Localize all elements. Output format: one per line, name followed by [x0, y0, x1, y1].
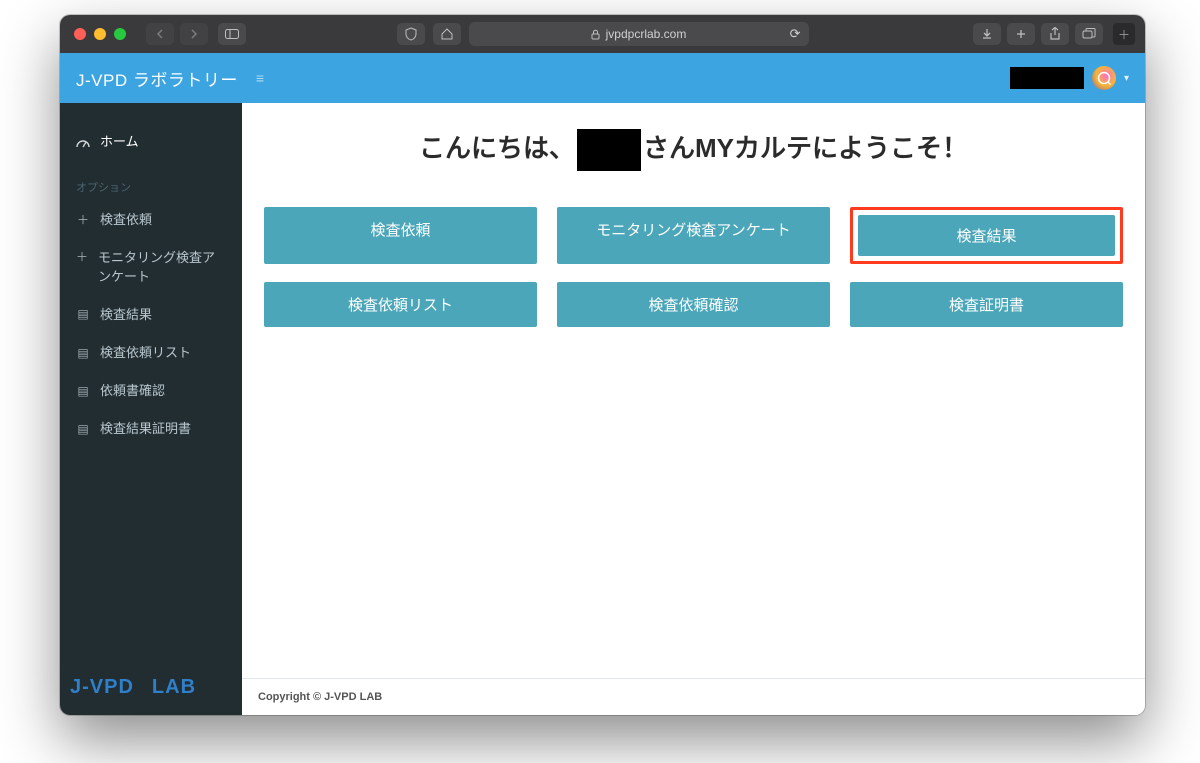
btn-request-confirm[interactable]: 検査依頼確認 — [557, 282, 830, 327]
btn-inspection-results[interactable]: 検査結果 — [858, 215, 1115, 256]
forward-button[interactable] — [180, 23, 208, 45]
add-tab-button[interactable]: ＋ — [1113, 23, 1135, 45]
shield-icon[interactable] — [397, 23, 425, 45]
lock-icon — [591, 29, 600, 40]
sidebar-item-home[interactable]: ホーム — [60, 123, 242, 161]
sidebar-item-label: 依頼書確認 — [100, 382, 165, 400]
sidebar-item-monitoring[interactable]: ＋ モニタリング検査アンケート — [60, 239, 242, 295]
menu-toggle-icon[interactable]: ≡ — [256, 70, 265, 86]
plus-icon: ＋ — [76, 212, 90, 229]
tabs-icon[interactable] — [1075, 23, 1103, 45]
list-icon: ▤ — [76, 383, 90, 400]
minimize-window-button[interactable] — [94, 28, 106, 40]
new-tab-plus-icon[interactable] — [1007, 23, 1035, 45]
list-icon: ▤ — [76, 421, 90, 438]
app-header: J-VPD ラボラトリー ≡ ▾ — [60, 53, 1145, 103]
browser-window: jvpdpcrlab.com ⟳ ＋ — [60, 15, 1145, 715]
url-text: jvpdpcrlab.com — [606, 27, 687, 41]
sidebar-item-request[interactable]: ＋ 検査依頼 — [60, 201, 242, 239]
user-menu[interactable]: ▾ — [1010, 66, 1129, 90]
sidebar-toggle-button[interactable] — [218, 23, 246, 45]
sidebar-item-certificate[interactable]: ▤ 検査結果証明書 — [60, 410, 242, 448]
back-button[interactable] — [146, 23, 174, 45]
close-window-button[interactable] — [74, 28, 86, 40]
btn-monitoring-survey[interactable]: モニタリング検査アンケート — [557, 207, 830, 264]
user-name-redacted — [577, 129, 641, 171]
maximize-window-button[interactable] — [114, 28, 126, 40]
plus-icon: ＋ — [76, 249, 88, 266]
btn-inspection-request[interactable]: 検査依頼 — [264, 207, 537, 264]
avatar — [1092, 66, 1116, 90]
sidebar-item-label: モニタリング検査アンケート — [98, 249, 226, 285]
btn-request-list[interactable]: 検査依頼リスト — [264, 282, 537, 327]
chevron-down-icon: ▾ — [1124, 73, 1129, 84]
sidebar-caption: オプション — [60, 161, 242, 201]
sidebar-item-label: 検査結果証明書 — [100, 420, 191, 438]
app-title: J-VPD ラボラトリー — [76, 66, 238, 91]
share-icon[interactable] — [1041, 23, 1069, 45]
sidebar-item-label: ホーム — [100, 133, 139, 151]
browser-toolbar: jvpdpcrlab.com ⟳ ＋ — [60, 15, 1145, 53]
reload-icon[interactable]: ⟳ — [790, 26, 801, 42]
greeting: こんにちは、さんMYカルテにようこそ！ — [264, 129, 1123, 171]
list-icon: ▤ — [76, 345, 90, 362]
sidebar-item-request-list[interactable]: ▤ 検査依頼リスト — [60, 334, 242, 372]
button-grid: 検査依頼 モニタリング検査アンケート 検査結果 検査依頼リスト 検査依頼確認 検… — [264, 207, 1123, 327]
sidebar-item-results[interactable]: ▤ 検査結果 — [60, 296, 242, 334]
user-name-redacted — [1010, 67, 1084, 89]
address-bar[interactable]: jvpdpcrlab.com ⟳ — [469, 22, 809, 46]
dashboard-icon — [76, 136, 90, 148]
footer: Copyright © J-VPD LAB — [242, 678, 1145, 715]
sidebar-item-label: 検査結果 — [100, 306, 152, 324]
home-icon[interactable] — [433, 23, 461, 45]
highlight-frame: 検査結果 — [850, 207, 1123, 264]
main-content: こんにちは、さんMYカルテにようこそ！ 検査依頼 モニタリング検査アンケート 検… — [242, 103, 1145, 678]
sidebar-item-confirm[interactable]: ▤ 依頼書確認 — [60, 372, 242, 410]
sidebar-logo: J-VPDLAB — [60, 664, 242, 715]
sidebar: ホーム オプション ＋ 検査依頼 ＋ モニタリング検査アンケート ▤ — [60, 103, 242, 715]
sidebar-item-label: 検査依頼リスト — [100, 344, 191, 362]
footer-text: Copyright © J-VPD LAB — [258, 691, 382, 703]
window-controls — [60, 28, 140, 40]
download-icon[interactable] — [973, 23, 1001, 45]
sidebar-item-label: 検査依頼 — [100, 211, 152, 229]
list-icon: ▤ — [76, 306, 90, 323]
btn-certificate[interactable]: 検査証明書 — [850, 282, 1123, 327]
